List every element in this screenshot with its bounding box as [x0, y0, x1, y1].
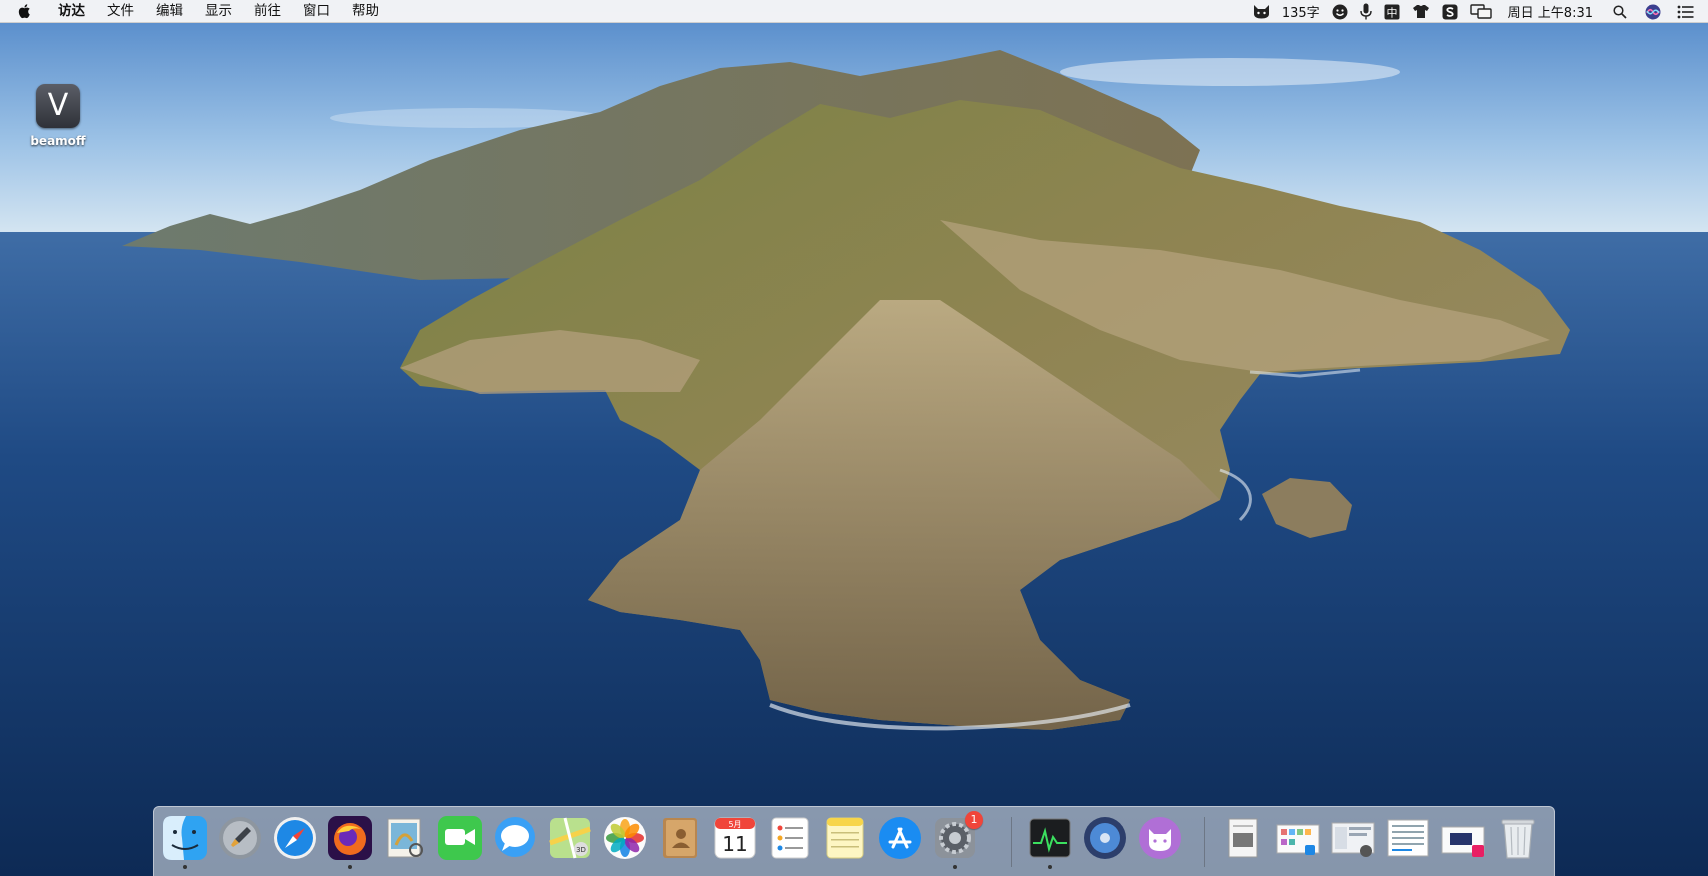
notification-badge: 1: [965, 811, 983, 829]
dock-item-cat-app[interactable]: [1137, 815, 1183, 861]
app-store-icon: [879, 817, 921, 859]
photos-icon: [604, 817, 646, 859]
notification-center-icon[interactable]: [1677, 0, 1694, 23]
sogou-icon[interactable]: [1442, 0, 1458, 23]
menu-bar: 访达 文件 编辑 显示 前往 窗口 帮助 135字 中 周日 上午8:31: [0, 0, 1708, 23]
preview-icon: [387, 818, 423, 858]
disk-utility-icon: [1084, 817, 1126, 859]
dock-item-calendar[interactable]: 5月 11: [712, 815, 758, 861]
apple-menu-icon[interactable]: [17, 3, 33, 19]
dock-item-photos[interactable]: [602, 815, 648, 861]
notes-icon: [826, 817, 864, 859]
launchpad-icon: [219, 817, 261, 859]
svg-text:3D: 3D: [576, 846, 586, 854]
menu-help[interactable]: 帮助: [341, 0, 390, 23]
dock-item-messages[interactable]: [492, 815, 538, 861]
dock-item-app-store[interactable]: [877, 815, 923, 861]
calendar-month: 5月: [728, 820, 741, 829]
screenshot-stack-icon-2: [1331, 822, 1375, 857]
activity-monitor-icon: [1029, 818, 1071, 858]
input-method-icon[interactable]: 中: [1384, 0, 1400, 23]
calendar-icon: 5月 11: [714, 817, 756, 859]
dock-item-activity-monitor[interactable]: [1027, 815, 1073, 869]
shirt-icon[interactable]: [1412, 0, 1430, 23]
safari-icon: [274, 817, 316, 859]
calendar-day: 11: [722, 832, 747, 856]
trash-icon: [1501, 819, 1535, 859]
reminders-icon: [771, 817, 809, 859]
menu-window[interactable]: 窗口: [292, 0, 341, 23]
dock-item-finder[interactable]: [162, 815, 208, 869]
desktop-icon-beamoff[interactable]: V beamoff: [28, 84, 88, 148]
spotlight-search-icon[interactable]: [1613, 0, 1627, 23]
dock-item-preview[interactable]: [382, 815, 428, 861]
dock-stack-screenshot-4[interactable]: [1440, 815, 1486, 861]
dock-item-reminders[interactable]: [767, 815, 813, 861]
word-count-text[interactable]: 135字: [1282, 0, 1320, 23]
desktop-wallpaper: [0, 0, 1708, 876]
dock-item-launchpad[interactable]: [217, 815, 263, 861]
input-method-label: 中: [1386, 6, 1397, 19]
display-mirroring-icon[interactable]: [1469, 0, 1492, 23]
dock-stack-screenshot-3[interactable]: [1385, 815, 1431, 861]
maps-icon: 3D: [549, 817, 591, 859]
dock: 3D 5月 11 1: [153, 806, 1555, 876]
desktop-icon-label: beamoff: [30, 134, 86, 148]
smiley-icon[interactable]: [1332, 0, 1348, 23]
dock-stack-screenshot-2[interactable]: [1330, 815, 1376, 861]
dock-item-disk-utility[interactable]: [1082, 815, 1128, 861]
cat-status-icon[interactable]: [1253, 0, 1270, 23]
dock-item-system-preferences[interactable]: 1: [932, 811, 983, 869]
screenshot-stack-icon-4: [1441, 826, 1485, 857]
messages-icon: [495, 817, 535, 857]
running-indicator: [348, 865, 352, 869]
menu-view[interactable]: 显示: [194, 0, 243, 23]
dock-item-trash[interactable]: [1495, 815, 1541, 861]
microphone-icon[interactable]: [1359, 0, 1372, 23]
finder-icon: [163, 816, 207, 860]
dock-separator: [1011, 817, 1012, 867]
dock-item-maps[interactable]: 3D: [547, 815, 593, 861]
dock-separator: [1204, 817, 1205, 867]
dock-item-facetime[interactable]: [437, 815, 483, 861]
menu-app-name[interactable]: 访达: [47, 0, 96, 23]
contacts-icon: [663, 818, 697, 858]
dock-stack-documents[interactable]: [1220, 815, 1266, 861]
dock-item-contacts[interactable]: [657, 815, 703, 861]
cat-app-icon: [1139, 817, 1181, 859]
screenshot-stack-icon-3: [1387, 819, 1429, 857]
menu-file[interactable]: 文件: [96, 0, 145, 23]
dock-item-firefox[interactable]: [327, 815, 373, 869]
clock-text[interactable]: 周日 上午8:31: [1508, 0, 1593, 23]
firefox-icon: [328, 816, 372, 860]
dock-item-safari[interactable]: [272, 815, 318, 861]
status-area: 135字 中 周日 上午8:31: [1247, 0, 1708, 23]
dock-stack-screenshot-1[interactable]: [1275, 815, 1321, 861]
dock-item-notes[interactable]: [822, 815, 868, 861]
document-stack-icon: [1228, 818, 1258, 858]
running-indicator: [953, 865, 957, 869]
menu-edit[interactable]: 编辑: [145, 0, 194, 23]
running-indicator: [1048, 865, 1052, 869]
beamoff-app-icon: V: [36, 84, 80, 128]
siri-icon[interactable]: [1645, 0, 1661, 23]
screenshot-stack-icon-1: [1276, 824, 1320, 855]
facetime-icon: [438, 816, 482, 860]
menu-go[interactable]: 前往: [243, 0, 292, 23]
running-indicator: [183, 865, 187, 869]
